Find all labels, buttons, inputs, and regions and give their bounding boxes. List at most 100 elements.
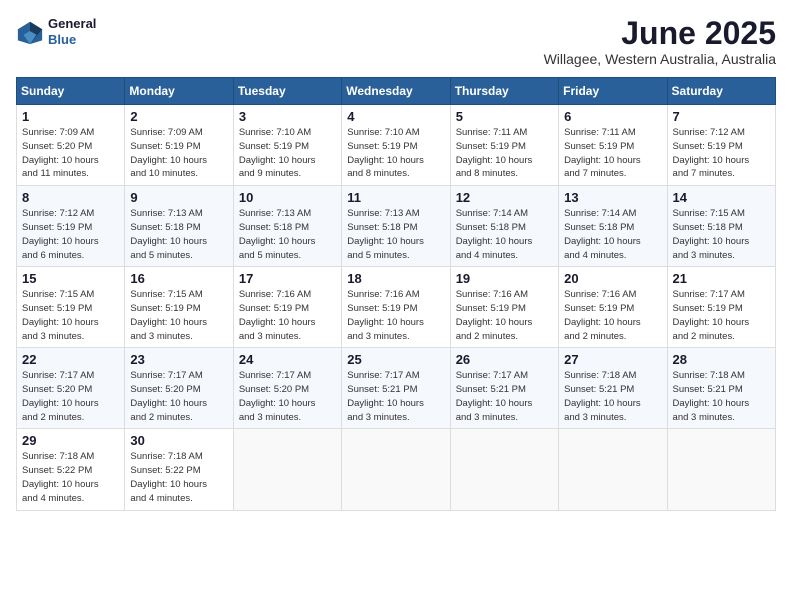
day-cell: 6 Sunrise: 7:11 AM Sunset: 5:19 PM Daylig…: [559, 105, 667, 186]
day-info: Sunrise: 7:15 AM Sunset: 5:19 PM Dayligh…: [22, 288, 119, 343]
day-info: Sunrise: 7:15 AM Sunset: 5:18 PM Dayligh…: [673, 207, 770, 262]
day-info: Sunrise: 7:13 AM Sunset: 5:18 PM Dayligh…: [239, 207, 336, 262]
week-row-4: 22 Sunrise: 7:17 AM Sunset: 5:20 PM Dayli…: [17, 348, 776, 429]
day-cell: 19 Sunrise: 7:16 AM Sunset: 5:19 PM Dayli…: [450, 267, 558, 348]
day-number: 8: [22, 190, 119, 205]
day-info: Sunrise: 7:18 AM Sunset: 5:22 PM Dayligh…: [22, 450, 119, 505]
day-cell: 13 Sunrise: 7:14 AM Sunset: 5:18 PM Dayli…: [559, 186, 667, 267]
day-cell: 21 Sunrise: 7:17 AM Sunset: 5:19 PM Dayli…: [667, 267, 775, 348]
day-cell: 28 Sunrise: 7:18 AM Sunset: 5:21 PM Dayli…: [667, 348, 775, 429]
day-cell: 20Sunrise: 7:16 AM Sunset: 5:19 PM Dayli…: [559, 267, 667, 348]
day-cell: 22Sunrise: 7:17 AM Sunset: 5:20 PM Dayli…: [17, 348, 125, 429]
day-number: 29: [22, 433, 119, 448]
day-info: Sunrise: 7:10 AM Sunset: 5:19 PM Dayligh…: [239, 126, 336, 181]
header: General Blue June 2025 Willagee, Western…: [16, 16, 776, 67]
weekday-header-saturday: Saturday: [667, 78, 775, 105]
day-info: Sunrise: 7:12 AM Sunset: 5:19 PM Dayligh…: [22, 207, 119, 262]
day-cell: 8 Sunrise: 7:12 AM Sunset: 5:19 PM Daylig…: [17, 186, 125, 267]
weekday-header-monday: Monday: [125, 78, 233, 105]
day-info: Sunrise: 7:17 AM Sunset: 5:21 PM Dayligh…: [456, 369, 553, 424]
day-info: Sunrise: 7:11 AM Sunset: 5:19 PM Dayligh…: [564, 126, 661, 181]
weekday-header-friday: Friday: [559, 78, 667, 105]
day-info: Sunrise: 7:14 AM Sunset: 5:18 PM Dayligh…: [456, 207, 553, 262]
logo: General Blue: [16, 16, 96, 47]
day-cell: 18 Sunrise: 7:16 AM Sunset: 5:19 PM Dayli…: [342, 267, 450, 348]
week-row-3: 15 Sunrise: 7:15 AM Sunset: 5:19 PM Dayli…: [17, 267, 776, 348]
day-cell: 4 Sunrise: 7:10 AM Sunset: 5:19 PM Daylig…: [342, 105, 450, 186]
day-number: 15: [22, 271, 119, 286]
day-number: 26: [456, 352, 553, 367]
day-number: 11: [347, 190, 444, 205]
day-number: 28: [673, 352, 770, 367]
day-number: 4: [347, 109, 444, 124]
day-number: 30: [130, 433, 227, 448]
day-cell: 5Sunrise: 7:11 AM Sunset: 5:19 PM Daylig…: [450, 105, 558, 186]
weekday-header-thursday: Thursday: [450, 78, 558, 105]
day-number: 25: [347, 352, 444, 367]
day-cell: 14 Sunrise: 7:15 AM Sunset: 5:18 PM Dayli…: [667, 186, 775, 267]
day-number: 2: [130, 109, 227, 124]
day-info: Sunrise: 7:18 AM Sunset: 5:21 PM Dayligh…: [673, 369, 770, 424]
day-info: Sunrise: 7:13 AM Sunset: 5:18 PM Dayligh…: [130, 207, 227, 262]
day-info: Sunrise: 7:16 AM Sunset: 5:19 PM Dayligh…: [347, 288, 444, 343]
day-info: Sunrise: 7:17 AM Sunset: 5:19 PM Dayligh…: [673, 288, 770, 343]
day-cell: 1 Sunrise: 7:09 AM Sunset: 5:20 PM Daylig…: [17, 105, 125, 186]
day-cell: 27 Sunrise: 7:18 AM Sunset: 5:21 PM Dayli…: [559, 348, 667, 429]
day-info: Sunrise: 7:18 AM Sunset: 5:22 PM Dayligh…: [130, 450, 227, 505]
day-number: 13: [564, 190, 661, 205]
day-number: 18: [347, 271, 444, 286]
day-cell: 23 Sunrise: 7:17 AM Sunset: 5:20 PM Dayli…: [125, 348, 233, 429]
day-cell: 7 Sunrise: 7:12 AM Sunset: 5:19 PM Daylig…: [667, 105, 775, 186]
day-info: Sunrise: 7:17 AM Sunset: 5:20 PM Dayligh…: [130, 369, 227, 424]
day-number: 23: [130, 352, 227, 367]
day-cell: [559, 429, 667, 510]
day-cell: 24 Sunrise: 7:17 AM Sunset: 5:20 PM Dayli…: [233, 348, 341, 429]
weekday-header-row: SundayMondayTuesdayWednesdayThursdayFrid…: [17, 78, 776, 105]
location-title: Willagee, Western Australia, Australia: [544, 51, 776, 67]
day-info: Sunrise: 7:09 AM Sunset: 5:19 PM Dayligh…: [130, 126, 227, 181]
day-cell: 16 Sunrise: 7:15 AM Sunset: 5:19 PM Dayli…: [125, 267, 233, 348]
day-number: 22: [22, 352, 119, 367]
logo-blue: Blue: [48, 32, 96, 48]
day-number: 12: [456, 190, 553, 205]
day-number: 6: [564, 109, 661, 124]
day-number: 27: [564, 352, 661, 367]
day-number: 21: [673, 271, 770, 286]
day-number: 9: [130, 190, 227, 205]
day-cell: 10Sunrise: 7:13 AM Sunset: 5:18 PM Dayli…: [233, 186, 341, 267]
day-info: Sunrise: 7:17 AM Sunset: 5:21 PM Dayligh…: [347, 369, 444, 424]
day-info: Sunrise: 7:17 AM Sunset: 5:20 PM Dayligh…: [239, 369, 336, 424]
day-cell: 3 Sunrise: 7:10 AM Sunset: 5:19 PM Daylig…: [233, 105, 341, 186]
logo-text: General Blue: [48, 16, 96, 47]
day-cell: 30 Sunrise: 7:18 AM Sunset: 5:22 PM Dayli…: [125, 429, 233, 510]
day-info: Sunrise: 7:15 AM Sunset: 5:19 PM Dayligh…: [130, 288, 227, 343]
weekday-header-sunday: Sunday: [17, 78, 125, 105]
day-number: 1: [22, 109, 119, 124]
day-info: Sunrise: 7:18 AM Sunset: 5:21 PM Dayligh…: [564, 369, 661, 424]
day-number: 14: [673, 190, 770, 205]
weekday-header-tuesday: Tuesday: [233, 78, 341, 105]
day-info: Sunrise: 7:13 AM Sunset: 5:18 PM Dayligh…: [347, 207, 444, 262]
day-number: 5: [456, 109, 553, 124]
day-info: Sunrise: 7:16 AM Sunset: 5:19 PM Dayligh…: [564, 288, 661, 343]
day-number: 7: [673, 109, 770, 124]
title-area: June 2025 Willagee, Western Australia, A…: [544, 16, 776, 67]
day-info: Sunrise: 7:16 AM Sunset: 5:19 PM Dayligh…: [456, 288, 553, 343]
day-cell: [342, 429, 450, 510]
day-cell: [450, 429, 558, 510]
day-number: 17: [239, 271, 336, 286]
day-number: 19: [456, 271, 553, 286]
day-cell: 26 Sunrise: 7:17 AM Sunset: 5:21 PM Dayli…: [450, 348, 558, 429]
day-number: 16: [130, 271, 227, 286]
day-info: Sunrise: 7:10 AM Sunset: 5:19 PM Dayligh…: [347, 126, 444, 181]
day-number: 3: [239, 109, 336, 124]
day-cell: 11 Sunrise: 7:13 AM Sunset: 5:18 PM Dayli…: [342, 186, 450, 267]
day-info: Sunrise: 7:09 AM Sunset: 5:20 PM Dayligh…: [22, 126, 119, 181]
week-row-5: 29 Sunrise: 7:18 AM Sunset: 5:22 PM Dayli…: [17, 429, 776, 510]
weekday-header-wednesday: Wednesday: [342, 78, 450, 105]
day-info: Sunrise: 7:14 AM Sunset: 5:18 PM Dayligh…: [564, 207, 661, 262]
day-cell: 17Sunrise: 7:16 AM Sunset: 5:19 PM Dayli…: [233, 267, 341, 348]
day-number: 24: [239, 352, 336, 367]
day-cell: 15 Sunrise: 7:15 AM Sunset: 5:19 PM Dayli…: [17, 267, 125, 348]
day-info: Sunrise: 7:12 AM Sunset: 5:19 PM Dayligh…: [673, 126, 770, 181]
